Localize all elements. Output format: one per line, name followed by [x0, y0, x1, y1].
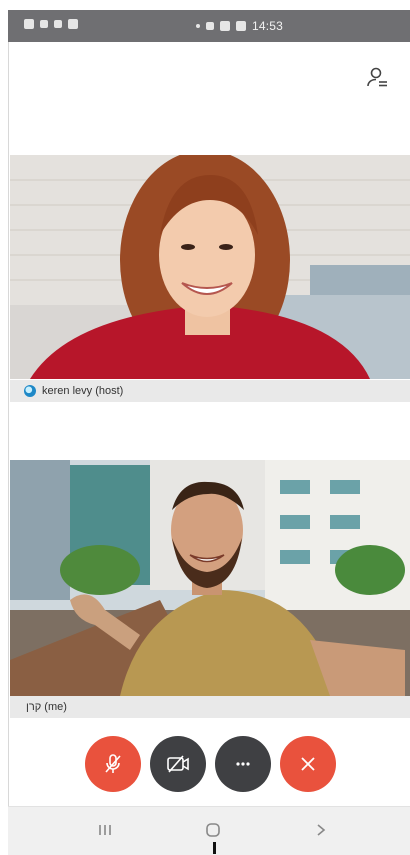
host-name-label: keren levy (host): [42, 385, 124, 397]
home-icon: [206, 823, 220, 837]
status-time: 14:53: [252, 19, 284, 33]
app-frame: [8, 10, 410, 854]
more-icon: [236, 762, 250, 766]
back-icon: [317, 824, 326, 836]
call-controls: [0, 736, 410, 792]
self-label-bar: קרן (me): [10, 696, 410, 718]
cursor-marker: [213, 842, 216, 854]
gallery-icon: [68, 19, 78, 29]
link-icon: [206, 22, 214, 30]
home-button[interactable]: [198, 817, 228, 843]
self-video-tile[interactable]: [10, 460, 410, 696]
host-video-feed: [10, 155, 410, 379]
participants-button[interactable]: [362, 62, 392, 92]
video-off-icon: [167, 755, 189, 773]
lock-icon: [24, 19, 34, 29]
close-icon: [301, 757, 315, 771]
mute-mic-button[interactable]: [85, 736, 141, 792]
more-options-button[interactable]: [215, 736, 271, 792]
participants-icon: [367, 67, 387, 87]
self-name-label: קרן (me): [26, 701, 67, 713]
mic-off-icon: [105, 754, 121, 773]
connection-status-icon: [24, 385, 36, 397]
status-right-icons: 14:53: [196, 19, 283, 33]
host-label-bar: keren levy (host): [10, 380, 410, 402]
end-call-button[interactable]: [280, 736, 336, 792]
cast-icon: [220, 21, 230, 31]
wifi-icon: [54, 20, 62, 28]
recent-apps-button[interactable]: [90, 817, 120, 843]
status-bar: 14:53: [8, 10, 410, 42]
image-icon: [236, 21, 246, 31]
signal-icon: [40, 20, 48, 28]
system-nav-bar: [8, 806, 410, 855]
back-button[interactable]: [306, 817, 336, 843]
status-left-icons: [24, 19, 78, 29]
host-video-tile[interactable]: [10, 155, 410, 379]
toggle-video-button[interactable]: [150, 736, 206, 792]
self-video-feed: [10, 460, 410, 696]
dot-icon: [196, 24, 200, 28]
recent-apps-icon: [99, 825, 111, 835]
